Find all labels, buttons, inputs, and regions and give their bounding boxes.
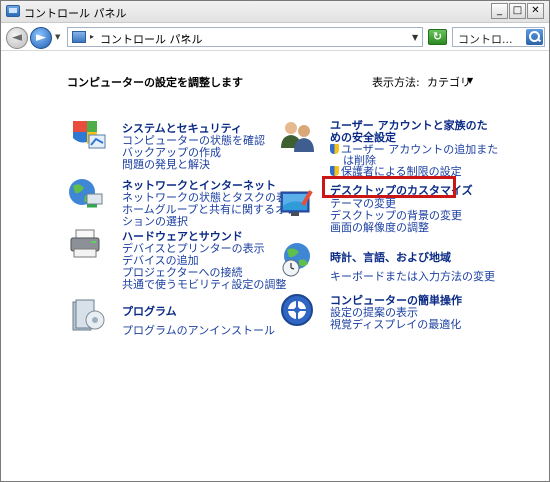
- system-security-icon: [73, 121, 106, 149]
- category-link[interactable]: キーボードまたは入力方法の変更: [330, 268, 495, 284]
- refresh-icon[interactable]: ↻: [428, 29, 447, 45]
- category-link[interactable]: プログラムのアンインストール: [122, 322, 275, 338]
- control-panel-icon: [6, 5, 20, 17]
- control-panel-icon: [72, 31, 86, 43]
- recent-pages-dropdown-icon[interactable]: ▼: [55, 33, 60, 41]
- network-internet-icon: [69, 179, 103, 208]
- category-link[interactable]: ションの選択: [122, 213, 188, 229]
- chevron-down-icon[interactable]: ▼: [412, 33, 418, 42]
- address-bar: ◄ ► ▼ ▸ コントロール パネル ▸ ▼ ↻ コントロ...: [1, 23, 549, 51]
- user-accounts-icon: [281, 122, 314, 152]
- page-title: コンピューターの設定を調整します: [67, 76, 243, 89]
- forward-arrow-icon: ►: [36, 30, 46, 45]
- clock-region-icon: [282, 243, 310, 277]
- forward-button[interactable]: ►: [30, 27, 52, 49]
- category-title[interactable]: プログラム: [122, 303, 177, 319]
- ease-of-access-icon: [281, 294, 313, 326]
- chevron-down-icon[interactable]: ▼: [467, 76, 473, 85]
- view-by-label: 表示方法:: [372, 76, 420, 89]
- category-link[interactable]: 視覚ディスプレイの最適化: [330, 316, 461, 332]
- window-title: コントロール パネル: [24, 7, 127, 20]
- chevron-right-icon[interactable]: ▸: [182, 32, 186, 41]
- maximize-button[interactable]: □: [509, 3, 526, 19]
- category-link[interactable]: 共通で使うモビリティ設定の調整: [122, 276, 286, 292]
- main-content: コンピューターの設定を調整します 表示方法: カテゴリ ▼ システムとセキュリテ…: [1, 52, 549, 481]
- programs-icon: [72, 299, 105, 331]
- close-button[interactable]: ✕: [527, 3, 544, 19]
- control-panel-window: コントロール パネル _ □ ✕ ◄ ► ▼ ▸ コントロール パネル ▸ ▼ …: [0, 0, 550, 482]
- category-link[interactable]: 画面の解像度の調整: [330, 219, 429, 235]
- view-by-dropdown[interactable]: カテゴリ: [427, 74, 471, 90]
- shield-icon: [330, 144, 339, 154]
- breadcrumb-control-panel[interactable]: コントロール パネル: [100, 31, 203, 47]
- search-placeholder: コントロ...: [458, 33, 513, 46]
- category-link[interactable]: 問題の発見と解決: [122, 156, 210, 172]
- back-button[interactable]: ◄: [6, 27, 28, 49]
- category-title[interactable]: 時計、言語、および地域: [330, 249, 451, 265]
- minimize-button[interactable]: _: [491, 3, 508, 19]
- shield-icon: [330, 166, 339, 176]
- title-bar[interactable]: コントロール パネル _ □ ✕: [1, 1, 549, 23]
- search-icon[interactable]: [526, 29, 543, 45]
- breadcrumb[interactable]: ▸ コントロール パネル ▸ ▼: [67, 27, 423, 47]
- desktop-personalization-icon: [280, 190, 313, 216]
- back-arrow-icon: ◄: [12, 30, 22, 45]
- search-input[interactable]: コントロ...: [452, 27, 545, 47]
- highlight-box: [322, 176, 456, 198]
- hardware-sound-icon: [70, 229, 100, 258]
- chevron-right-icon[interactable]: ▸: [90, 32, 94, 41]
